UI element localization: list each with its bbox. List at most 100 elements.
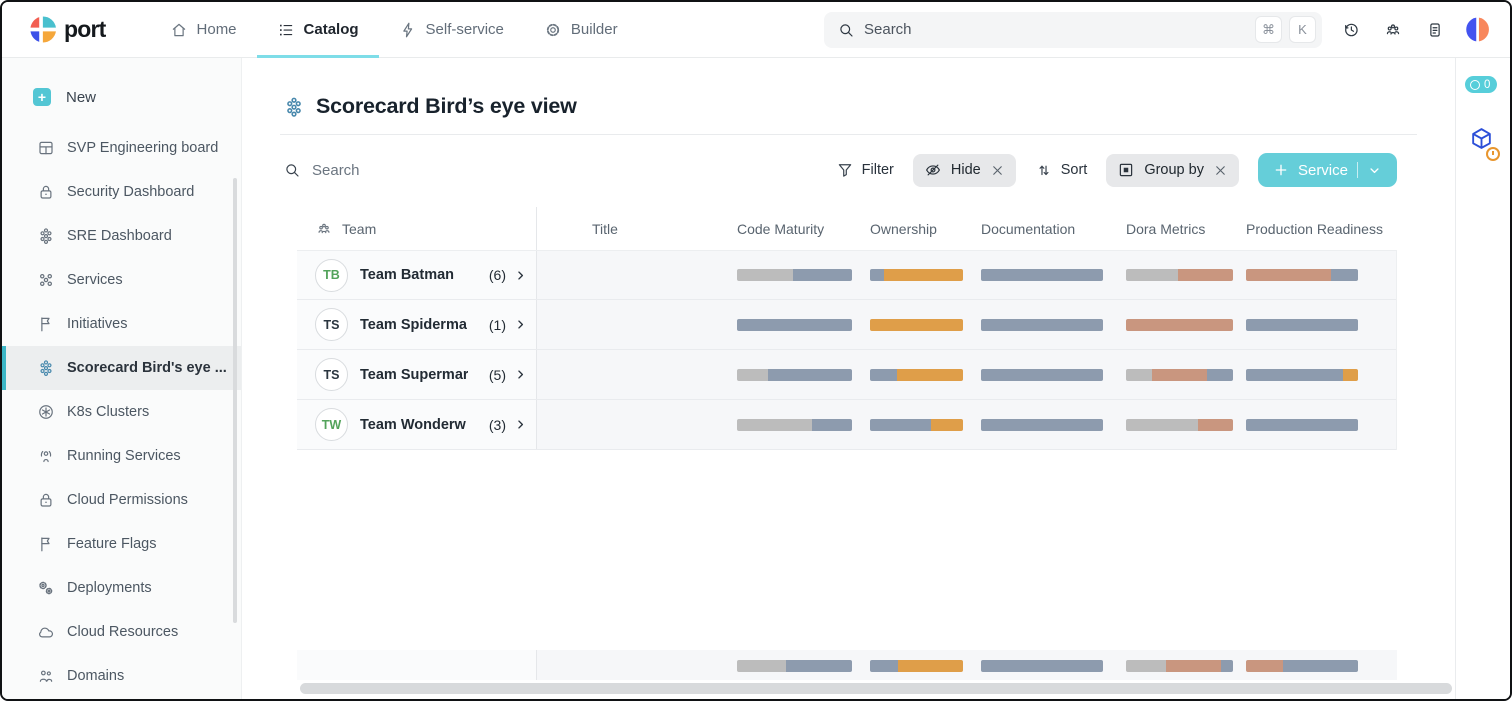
sidebar-item-svp-engineering-board[interactable]: SVP Engineering board	[2, 126, 241, 170]
app-window: port Home CatalogSelf-serviceBuilder Sear…	[0, 0, 1512, 701]
docs-button[interactable]	[1418, 13, 1452, 47]
table-search-input[interactable]: Search	[283, 161, 360, 179]
sidebar-item-cloud-resources[interactable]: Cloud Resources	[2, 610, 241, 654]
dora_metrics-bar[interactable]	[1126, 660, 1233, 672]
code_maturity-bar[interactable]	[737, 660, 852, 672]
sidebar-item-initiatives[interactable]: Initiatives	[2, 302, 241, 346]
sidebar-item-security-dashboard[interactable]: Security Dashboard	[2, 170, 241, 214]
column-header-documentation[interactable]: Documentation	[981, 207, 1126, 250]
ownership-bar[interactable]	[870, 419, 963, 431]
bar-segment-slate	[870, 369, 897, 381]
column-header-title[interactable]: Title	[537, 207, 737, 250]
team-group-cell[interactable]: TWTeam Wonderw(3)	[297, 400, 537, 449]
chevron-right-icon[interactable]	[513, 367, 528, 382]
main-nav: Home CatalogSelf-serviceBuilder	[150, 2, 638, 58]
sidebar-item-scorecard-bird-s-eye[interactable]: Scorecard Bird's eye ...	[2, 346, 241, 390]
nav-item-catalog[interactable]: Catalog	[257, 2, 379, 58]
sidebar-list: SVP Engineering boardSecurity DashboardS…	[2, 126, 241, 698]
add-service-button[interactable]: Service	[1258, 153, 1397, 187]
cell-code_maturity	[737, 650, 870, 672]
sort-button[interactable]: Sort	[1035, 161, 1088, 179]
sidebar-item-k8s-clusters[interactable]: K8s Clusters	[2, 390, 241, 434]
production_readiness-bar[interactable]	[1246, 419, 1358, 431]
sidebar-item-running-services[interactable]: Running Services	[2, 434, 241, 478]
production_readiness-bar[interactable]	[1246, 269, 1358, 281]
nav-item-label: Home	[197, 21, 237, 38]
ownership-bar[interactable]	[870, 369, 963, 381]
production_readiness-bar[interactable]	[1246, 660, 1358, 672]
documentation-bar[interactable]	[981, 319, 1103, 331]
sidebar-item-services[interactable]: Services	[2, 258, 241, 302]
dora_metrics-bar[interactable]	[1126, 319, 1233, 331]
documentation-bar[interactable]	[981, 269, 1103, 281]
bar-segment-orange	[1343, 369, 1358, 381]
close-icon[interactable]	[990, 163, 1005, 178]
column-header-ownership[interactable]: Ownership	[870, 207, 981, 250]
flag-icon	[37, 535, 55, 553]
code_maturity-bar[interactable]	[737, 269, 852, 281]
documentation-bar[interactable]	[981, 660, 1103, 672]
code_maturity-bar[interactable]	[737, 369, 852, 381]
sidebar-item-feature-flags[interactable]: Feature Flags	[2, 522, 241, 566]
scrollbar-thumb[interactable]	[300, 683, 1452, 694]
cell-ownership	[870, 269, 981, 281]
team-group-cell[interactable]: TSTeam Spiderma(1)	[297, 300, 537, 349]
group-by-chip[interactable]: Group by	[1106, 154, 1239, 187]
bar-segment-salmon	[1178, 269, 1233, 281]
nav-item-home[interactable]: Home	[150, 2, 257, 58]
code_maturity-bar[interactable]	[737, 319, 852, 331]
avatar: TW	[315, 408, 348, 441]
scorecard-table: Team Title Code Maturity Ownership Docum…	[297, 207, 1397, 450]
column-label: Team	[342, 221, 376, 237]
ownership-bar[interactable]	[870, 660, 963, 672]
column-header-team[interactable]: Team	[297, 207, 537, 250]
ai-agent-button[interactable]	[1469, 126, 1494, 156]
global-search-input[interactable]: Search ⌘ K	[824, 12, 1322, 48]
bar-segment-slate	[1207, 369, 1233, 381]
sidebar-item-cloud-permissions[interactable]: Cloud Permissions	[2, 478, 241, 522]
filter-button[interactable]: Filter	[836, 161, 894, 179]
dora_metrics-bar[interactable]	[1126, 419, 1233, 431]
sidebar-item-sre-dashboard[interactable]: SRE Dashboard	[2, 214, 241, 258]
dora_metrics-bar[interactable]	[1126, 269, 1233, 281]
users-button[interactable]	[1376, 13, 1410, 47]
sidebar-item-domains[interactable]: Domains	[2, 654, 241, 698]
cell-dora_metrics	[1126, 650, 1246, 672]
production_readiness-bar[interactable]	[1246, 319, 1358, 331]
column-header-code-maturity[interactable]: Code Maturity	[737, 207, 870, 250]
documentation-bar[interactable]	[981, 369, 1103, 381]
account-logo-button[interactable]	[1460, 13, 1494, 47]
close-icon[interactable]	[1213, 163, 1228, 178]
chevron-right-icon[interactable]	[513, 317, 528, 332]
column-header-production-readiness[interactable]: Production Readiness	[1246, 207, 1397, 250]
column-header-dora-metrics[interactable]: Dora Metrics	[1126, 207, 1246, 250]
team-group-cell[interactable]: TSTeam Supermar(5)	[297, 350, 537, 399]
sidebar-scrollbar[interactable]	[233, 178, 237, 623]
nav-item-builder[interactable]: Builder	[524, 2, 638, 58]
nav-item-self-service[interactable]: Self-service	[379, 2, 524, 58]
ownership-bar[interactable]	[870, 269, 963, 281]
production_readiness-bar[interactable]	[1246, 369, 1358, 381]
bar-segment-slate	[870, 419, 931, 431]
team-count: (6)	[489, 267, 506, 283]
main-content: Scorecard Bird’s eye view Search Filter …	[242, 58, 1455, 699]
documentation-bar[interactable]	[981, 419, 1103, 431]
notifications-badge[interactable]: 0	[1465, 76, 1497, 93]
chevron-down-icon[interactable]	[1367, 163, 1382, 178]
cell-code_maturity	[737, 369, 870, 381]
hide-chip[interactable]: Hide	[913, 154, 1016, 187]
chevron-right-icon[interactable]	[513, 268, 528, 283]
sidebar-item-deployments[interactable]: Deployments	[2, 566, 241, 610]
bar-segment-orange	[931, 419, 963, 431]
table-search-placeholder: Search	[312, 162, 360, 179]
dora_metrics-bar[interactable]	[1126, 369, 1233, 381]
horizontal-scrollbar[interactable]	[300, 683, 1452, 694]
ownership-bar[interactable]	[870, 319, 963, 331]
chevron-right-icon[interactable]	[513, 417, 528, 432]
team-group-cell[interactable]: TBTeam Batman(6)	[297, 251, 537, 299]
code_maturity-bar[interactable]	[737, 419, 852, 431]
new-button[interactable]: + New	[2, 78, 241, 116]
history-button[interactable]	[1334, 13, 1368, 47]
cell-dora_metrics	[1126, 319, 1246, 331]
port-logo[interactable]: port	[28, 15, 106, 44]
